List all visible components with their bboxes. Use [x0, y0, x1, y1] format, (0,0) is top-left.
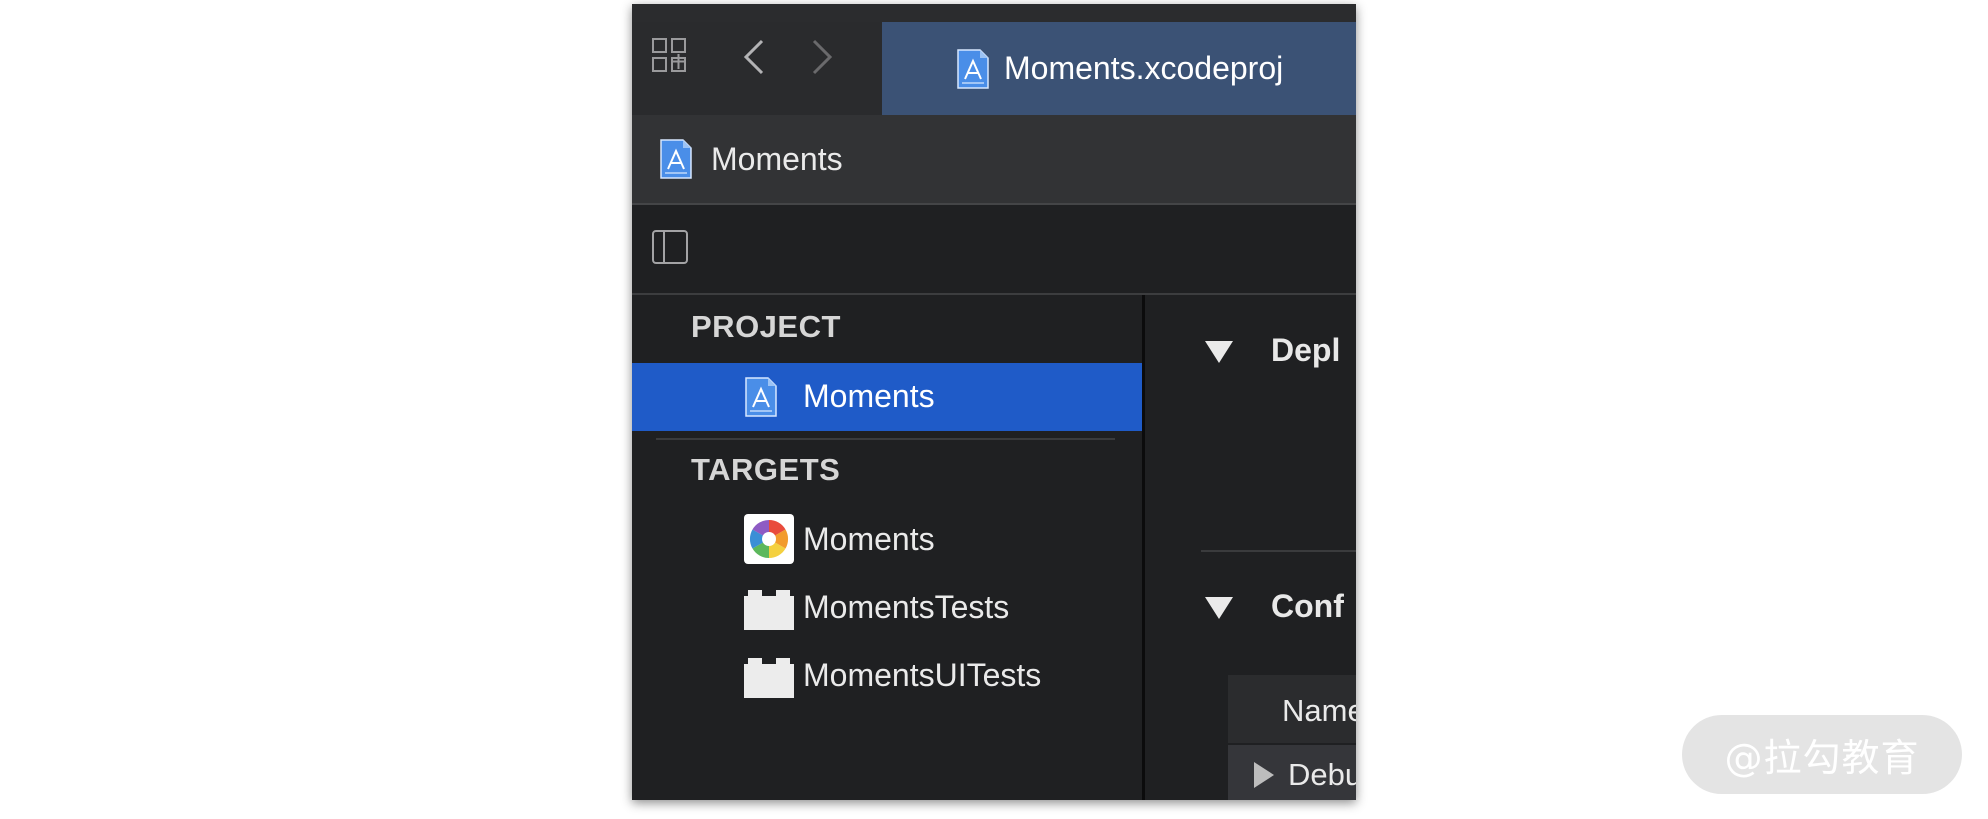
disclosure-triangle-down-icon[interactable] [1205, 597, 1233, 619]
xcodeproj-file-icon [660, 139, 692, 179]
sidebar-toggle-icon[interactable] [651, 228, 689, 266]
section-divider [1201, 550, 1356, 552]
targets-section-header: TARGETS [691, 452, 841, 487]
project-navigator: PROJECT Moments TARGETS Moments MomentsT… [632, 295, 1142, 800]
sidebar-item-target-moments[interactable]: Moments [632, 506, 1142, 574]
project-settings-editor: Depl Conf Name Debu [1145, 295, 1356, 800]
jump-bar[interactable]: Moments [632, 115, 1356, 205]
grid-icon[interactable] [651, 37, 687, 73]
app-target-icon [744, 514, 794, 564]
sidebar-item-label: Moments [803, 521, 935, 557]
section-title-deployment: Depl [1271, 332, 1341, 368]
xcodeproj-file-icon [957, 48, 989, 89]
xcode-window: Moments.xcodeproj Moments PROJECT Moment… [632, 4, 1356, 800]
sidebar-item-target-moments-ui-tests[interactable]: MomentsUITests [632, 642, 1142, 710]
test-bundle-icon [744, 658, 794, 698]
tab-xcodeproj[interactable]: Moments.xcodeproj [882, 22, 1356, 115]
editor-toolbar [632, 205, 1356, 295]
test-bundle-icon [744, 590, 794, 630]
configurations-table-header[interactable]: Name [1228, 675, 1356, 743]
project-section-header: PROJECT [691, 309, 841, 344]
tab-bar: Moments.xcodeproj [632, 22, 1356, 116]
section-divider [656, 438, 1115, 440]
sidebar-item-label: MomentsTests [803, 589, 1010, 625]
table-row[interactable]: Debu [1228, 745, 1356, 800]
sidebar-item-project-moments[interactable]: Moments [632, 363, 1142, 431]
jump-bar-label: Moments [711, 140, 843, 177]
disclosure-triangle-down-icon[interactable] [1205, 341, 1233, 363]
table-row-label: Debu [1288, 757, 1356, 792]
disclosure-triangle-right-icon[interactable] [1254, 762, 1274, 788]
tab-label: Moments.xcodeproj [1004, 50, 1284, 86]
sidebar-item-label: Moments [803, 378, 935, 414]
watermark: @拉勾教育 [1682, 715, 1962, 794]
xcodeproj-file-icon [745, 377, 777, 417]
window-top-strip [632, 4, 1356, 22]
sidebar-item-target-moments-tests[interactable]: MomentsTests [632, 574, 1142, 642]
chevron-right-icon[interactable] [808, 37, 836, 77]
column-header-name: Name [1282, 693, 1356, 728]
section-title-configurations: Conf [1271, 588, 1344, 624]
chevron-left-icon[interactable] [740, 37, 768, 77]
sidebar-item-label: MomentsUITests [803, 657, 1042, 693]
